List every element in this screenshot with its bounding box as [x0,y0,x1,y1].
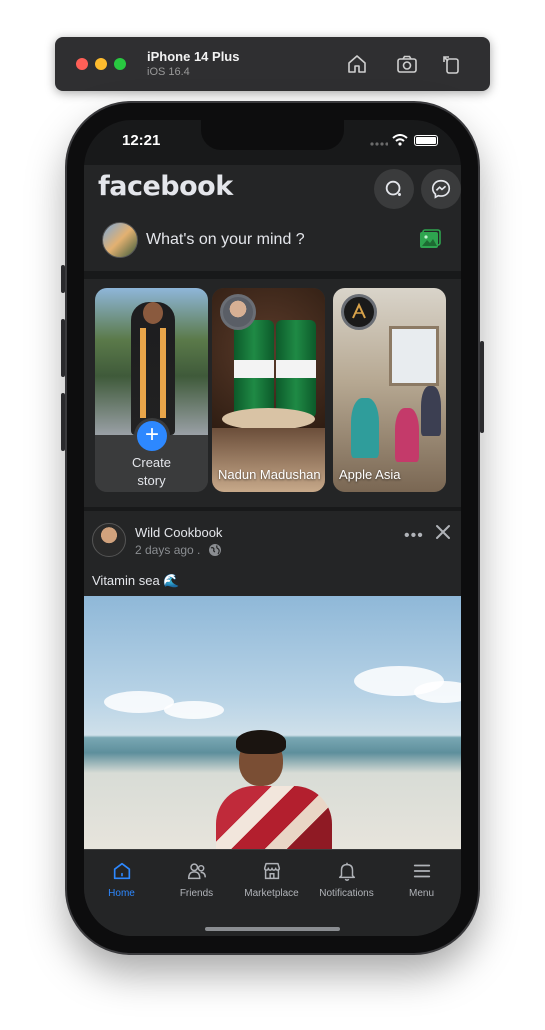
more-options-button[interactable]: ••• [404,528,424,544]
avatar[interactable] [92,523,126,557]
notch [201,120,344,150]
status-time: 12:21 [122,132,161,149]
plus-icon[interactable]: + [134,418,170,454]
post-photo[interactable] [84,596,461,849]
post-caption: Vitamin sea 🌊 [92,573,180,588]
app-header: facebook [84,165,461,215]
avatar [220,294,256,330]
bell-icon [338,862,355,881]
battery-icon [414,135,438,146]
story-card[interactable]: Apple Asia [333,288,446,492]
tab-label: Notifications [319,888,374,899]
tab-home[interactable]: Home [84,860,159,899]
search-icon[interactable] [374,169,414,209]
marketplace-icon [263,862,280,880]
simulator-toolbar: iPhone 14 Plus iOS 16.4 [55,37,490,91]
power-button [480,341,484,433]
iphone-frame: 12:21 facebook What's on your mind ? + C… [61,103,484,953]
volume-up-button [61,319,65,377]
post-timestamp: 2 days ago . [135,543,201,557]
story-author: Nadun Madushan [218,467,321,482]
tab-label: Menu [408,888,434,899]
phone-screen: 12:21 facebook What's on your mind ? + C… [84,120,461,936]
avatar[interactable] [102,222,138,258]
post-composer[interactable]: What's on your mind ? [84,215,461,275]
screenshot-icon[interactable] [395,52,419,76]
messenger-icon[interactable] [421,169,461,209]
tab-label: Marketplace [244,888,299,899]
stories-row: + Create story Nadun Madushan Apple Asia [84,279,461,507]
zoom-window-button[interactable] [114,58,126,70]
device-name: iPhone 14 Plus [147,49,240,64]
globe-icon [209,544,221,556]
close-window-button[interactable] [76,58,88,70]
post-author[interactable]: Wild Cookbook [135,525,222,540]
avatar [341,294,377,330]
photo-icon[interactable] [419,229,441,249]
os-version: iOS 16.4 [147,66,190,78]
wifi-icon [392,134,408,146]
create-story-card[interactable]: + Create story [95,288,208,492]
feed-post: Wild Cookbook 2 days ago . ••• Vitamin s… [84,511,461,849]
friends-icon [187,863,206,880]
story-author: Apple Asia [339,467,401,482]
tab-notifications[interactable]: Notifications [309,860,384,899]
volume-down-button [61,393,65,451]
apple-asia-logo-icon [352,302,366,319]
home-icon [113,862,130,880]
tab-label: Home [108,888,135,899]
mute-switch [61,265,65,293]
create-story-photo [95,288,208,435]
home-indicator [205,927,340,931]
close-icon[interactable] [434,523,452,541]
tab-menu[interactable]: Menu [384,860,459,899]
menu-icon [413,864,430,878]
create-story-label: Create story [131,455,172,488]
composer-prompt[interactable]: What's on your mind ? [146,231,305,249]
cellular-signal-icon [370,142,388,146]
home-icon[interactable] [345,52,369,76]
rotate-icon[interactable] [440,52,464,76]
story-card[interactable]: Nadun Madushan [212,288,325,492]
tab-marketplace[interactable]: Marketplace [234,860,309,899]
facebook-logo[interactable]: facebook [98,171,233,202]
tab-friends[interactable]: Friends [159,860,234,899]
tab-label: Friends [179,888,214,899]
bottom-tab-bar: Home Friends Marketplace Notifications M… [84,849,461,936]
minimize-window-button[interactable] [95,58,107,70]
